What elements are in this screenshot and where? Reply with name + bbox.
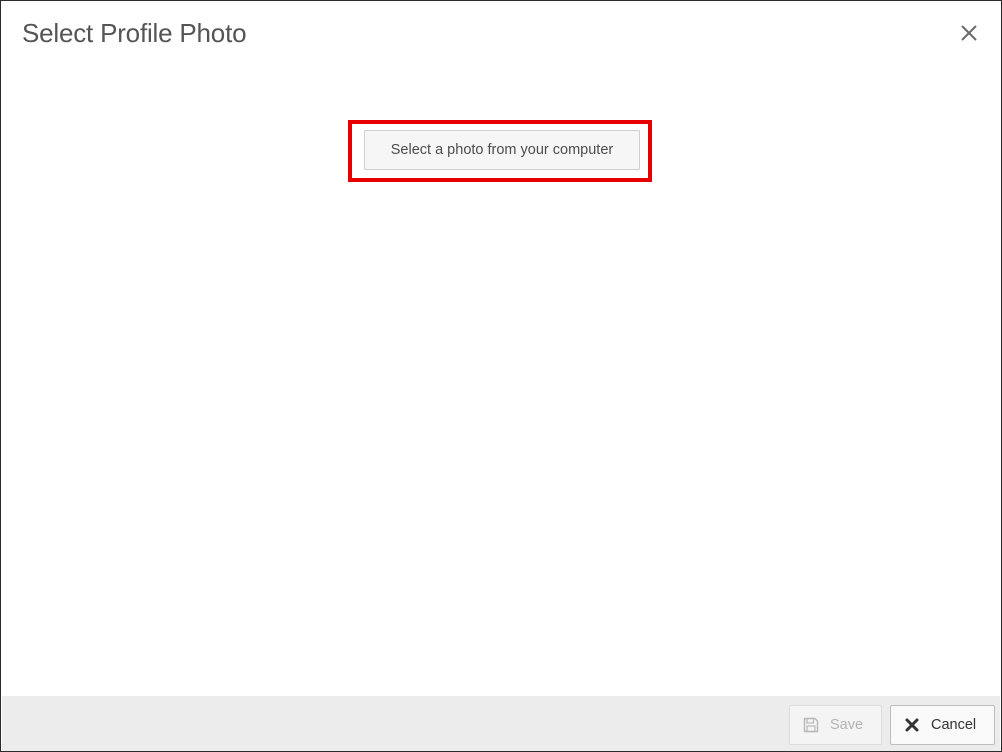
close-button[interactable]	[957, 21, 981, 45]
select-photo-button[interactable]: Select a photo from your computer	[364, 130, 640, 170]
floppy-disk-icon	[803, 717, 819, 733]
save-button[interactable]: Save	[789, 705, 882, 745]
cancel-button[interactable]: Cancel	[890, 705, 995, 745]
x-icon	[904, 717, 920, 733]
dialog-footer: Save Cancel	[2, 696, 1000, 751]
close-icon	[960, 24, 978, 42]
save-label: Save	[830, 717, 864, 733]
dialog-title: Select Profile Photo	[22, 18, 247, 48]
select-profile-photo-dialog: Select Profile Photo Select a photo from…	[0, 0, 1002, 752]
cancel-label: Cancel	[931, 717, 977, 733]
